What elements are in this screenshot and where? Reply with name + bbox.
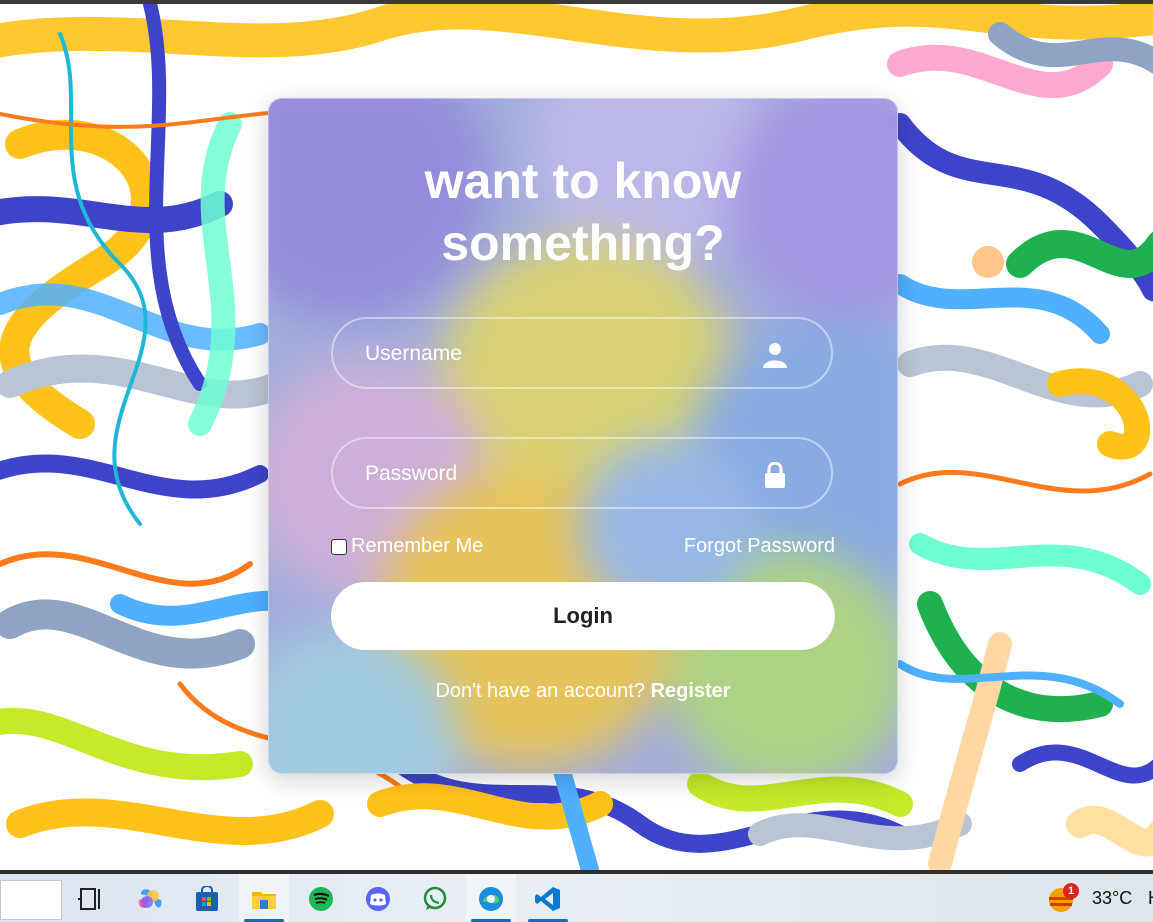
spotify-icon[interactable] — [308, 886, 334, 912]
vscode-icon[interactable] — [535, 886, 561, 912]
login-title: want to know something? — [268, 150, 898, 274]
remember-me-checkbox[interactable] — [331, 538, 347, 555]
register-row: Don't have an account? Register — [268, 680, 898, 703]
title-line-2: something? — [441, 215, 725, 271]
user-icon — [763, 343, 787, 368]
password-field[interactable] — [331, 437, 833, 509]
file-explorer-icon[interactable] — [251, 886, 277, 912]
discord-icon[interactable] — [365, 886, 391, 912]
title-line-1: want to know — [424, 153, 742, 209]
edge-icon[interactable] — [478, 886, 504, 912]
taskbar-search-box[interactable] — [0, 880, 62, 920]
username-input[interactable] — [363, 319, 747, 389]
microsoft-store-icon[interactable] — [194, 886, 220, 912]
login-card: want to know something? Remember Me Forg… — [268, 98, 898, 774]
forgot-password-link[interactable]: Forgot Password — [684, 535, 835, 558]
register-prompt: Don't have an account? — [435, 680, 645, 702]
lock-icon — [765, 462, 785, 488]
login-button[interactable]: Login — [331, 582, 835, 650]
password-input[interactable] — [363, 439, 747, 509]
remember-me-label: Remember Me — [351, 535, 484, 557]
task-view-icon[interactable] — [78, 886, 104, 912]
weather-overflow-text: H — [1148, 888, 1153, 909]
whatsapp-icon[interactable] — [422, 886, 448, 912]
copilot-icon[interactable] — [137, 886, 163, 912]
remember-me[interactable]: Remember Me — [331, 535, 483, 558]
temperature-label[interactable]: 33°C — [1092, 888, 1132, 909]
taskbar: 1 33°C H — [0, 870, 1153, 922]
register-link[interactable]: Register — [651, 680, 731, 702]
weather-alert-badge: 1 — [1063, 883, 1079, 899]
username-field[interactable] — [331, 317, 833, 389]
